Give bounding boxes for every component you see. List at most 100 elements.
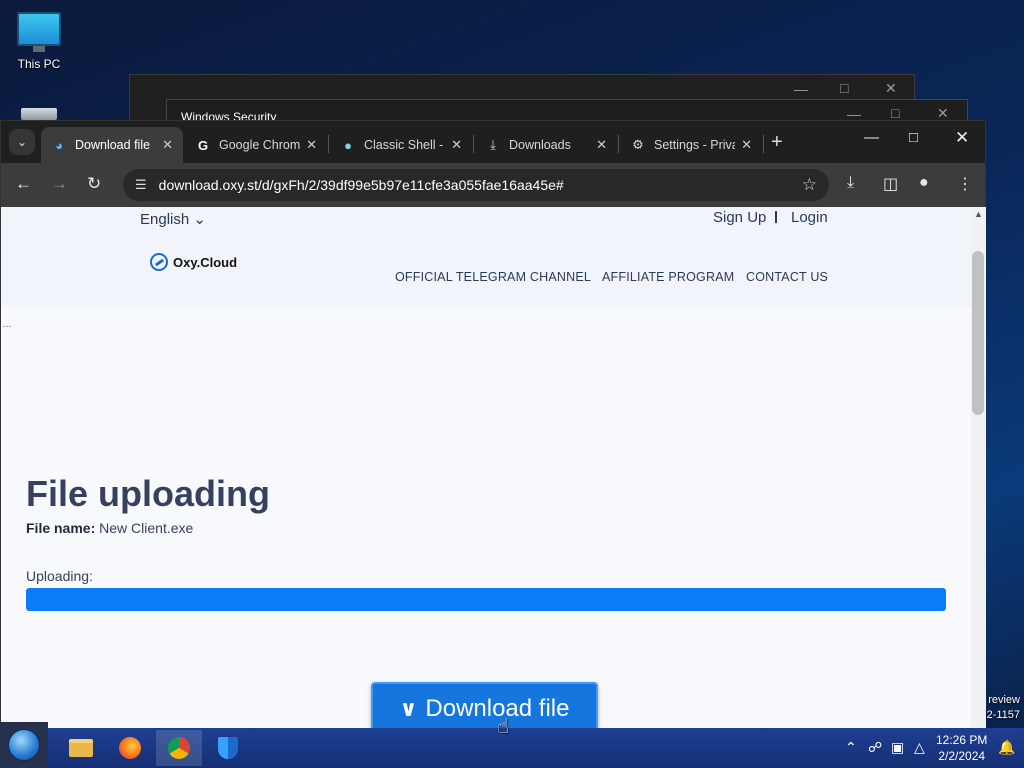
close-icon[interactable]: ✕ [741,137,752,153]
network-icon[interactable]: ☍ [868,739,882,756]
sign-up-link[interactable]: Sign Up [713,209,766,226]
close-icon[interactable]: ✕ [306,137,317,153]
auth-divider [775,211,777,223]
profile-icon[interactable]: ● [919,174,929,192]
back-arrow-icon[interactable]: ← [15,174,32,194]
file-name-value: New Client.exe [99,520,194,536]
page-viewport: English ⌄ Sign Up Login Oxy.Cloud OFFICI… [1,207,971,731]
defender-icon [218,737,238,759]
clock-time: 12:26 PM [936,733,988,747]
tab-strip: ⌄ ◕ Download file ✕ G Google Chrome ✕ ● … [1,121,985,163]
scrollbar-thumb[interactable] [972,251,984,415]
close-icon[interactable]: ✕ [596,137,607,153]
side-panel-icon[interactable]: ◫ [883,174,898,194]
new-tab-button[interactable]: + [771,131,783,154]
bookmark-star-icon[interactable]: ☆ [802,175,817,195]
tab-download-file[interactable]: ◕ Download file ✕ [41,127,183,163]
clock-date: 2/2/2024 [938,749,986,763]
google-icon: G [197,137,209,153]
address-bar[interactable]: ☰ download.oxy.st/d/gxFh/2/39df99e5b97e1… [123,169,829,201]
nav-contact-us[interactable]: CONTACT US [746,270,828,284]
tab-search-button[interactable]: ⌄ [9,129,35,155]
file-name-row: File name: New Client.exe [26,520,193,536]
nav-telegram-channel[interactable]: OFFICIAL TELEGRAM CHANNEL [395,270,591,284]
menu-kebab-icon[interactable]: ⋮ [957,174,973,194]
language-selector[interactable]: English ⌄ [140,210,206,228]
close-icon[interactable]: ✕ [955,128,969,148]
tab-label: Download file [75,138,151,152]
tab-label: Classic Shell - [364,138,444,152]
upload-progress-bar [26,588,946,611]
firefox-icon [119,737,141,759]
desktop-icon-this-pc[interactable]: This PC [8,12,70,71]
chevron-up-icon[interactable]: ⌃ [845,739,857,756]
language-label: English [140,211,190,228]
taskbar-firefox[interactable] [107,730,153,766]
page-scrollbar[interactable]: ▲ [971,207,986,731]
tab-label: Settings - Privacy [654,138,735,152]
logo-text: Oxy.Cloud [173,254,238,270]
uploading-label: Uploading: [26,568,93,584]
maximize-icon[interactable]: □ [909,129,918,146]
login-link[interactable]: Login [791,209,828,226]
tab-label: Downloads [509,138,571,152]
chrome-icon [168,737,190,759]
gear-icon: ⚙ [632,137,644,152]
desktop-watermark-line1: review [988,694,1020,706]
tab-label: Google Chrome [219,138,301,152]
scroll-up-arrow-icon[interactable]: ▲ [974,209,983,219]
desktop-icon-label: This PC [17,57,61,71]
upload-progress-fill [26,588,946,611]
hand-cursor-icon: ☝ [497,716,510,738]
double-chevron-down-icon: ∨ [399,696,418,721]
forward-arrow-icon[interactable]: → [51,174,68,194]
site-header: English ⌄ Sign Up Login Oxy.Cloud OFFICI… [1,207,971,307]
drive-icon [21,108,57,120]
tab-separator [473,135,474,153]
volume-muted-icon[interactable]: △ [914,739,925,756]
minimize-icon[interactable]: — [864,129,879,146]
download-icon[interactable]: ⤓ [847,174,854,192]
taskbar-explorer[interactable] [58,730,104,766]
chevron-down-icon: ⌄ [16,135,28,149]
oxycloud-logo-icon [150,253,168,271]
taskbar: ⌃ ☍ ▣ △ 12:26 PM 2/2/2024 🔔 [0,722,1024,768]
maximize-icon[interactable]: □ [891,105,899,121]
maximize-icon[interactable]: □ [840,80,848,96]
oxycloud-icon: ◕ [55,137,63,153]
shell-icon: ● [344,137,352,153]
nav-affiliate-program[interactable]: AFFILIATE PROGRAM [602,270,734,284]
url-text[interactable]: download.oxy.st/d/gxFh/2/39df99e5b97e11c… [159,177,802,193]
site-logo[interactable]: Oxy.Cloud [150,253,237,271]
tab-separator [618,135,619,153]
close-icon[interactable]: ✕ [885,80,897,97]
site-info-icon[interactable]: ☰ [135,177,147,193]
desktop-icon-drive[interactable] [8,108,70,120]
system-clock[interactable]: 12:26 PM 2/2/2024 [936,732,987,764]
start-button[interactable] [0,722,48,768]
taskbar-defender[interactable] [205,730,251,766]
explorer-icon [69,739,93,757]
reload-icon[interactable]: ↻ [87,174,101,194]
file-name-label: File name: [26,520,96,536]
display-icon[interactable]: ▣ [891,739,904,756]
download-icon: ⤓ [490,137,496,152]
ellipsis-marker: … [2,319,12,330]
tab-separator [763,135,764,153]
chrome-window: ⌄ ◕ Download file ✕ G Google Chrome ✕ ● … [0,120,986,731]
page-title: File uploading [26,473,270,514]
tab-separator [328,135,329,153]
monitor-icon [17,12,61,52]
close-icon[interactable]: ✕ [451,137,462,153]
browser-toolbar: ← → ↻ ☰ download.oxy.st/d/gxFh/2/39df99e… [1,163,985,207]
tab-downloads[interactable]: ⤓ Downloads ✕ [475,127,617,163]
tab-classic-shell[interactable]: ● Classic Shell - ✕ [330,127,472,163]
tab-google-chrome[interactable]: G Google Chrome ✕ [185,127,327,163]
close-icon[interactable]: ✕ [162,137,173,153]
minimize-icon[interactable]: — [794,81,808,97]
windows-orb-icon [8,729,40,761]
notification-bell-icon[interactable]: 🔔 [998,739,1015,756]
desktop-watermark-line2: 2-1157 [986,709,1020,721]
taskbar-chrome[interactable] [156,730,202,766]
tab-settings[interactable]: ⚙ Settings - Privacy ✕ [620,127,762,163]
